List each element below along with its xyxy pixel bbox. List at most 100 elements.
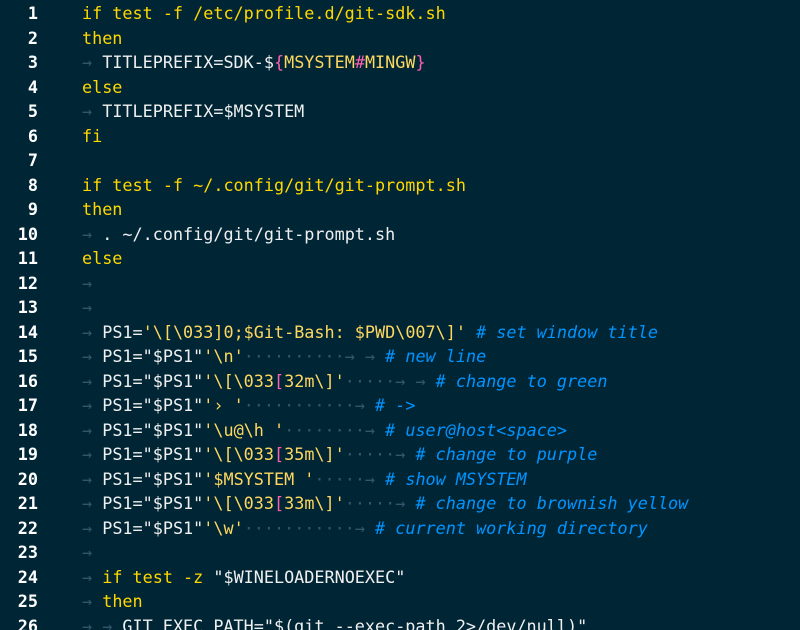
indent-marker: → [82, 468, 103, 489]
line-content[interactable]: → TITLEPREFIX=SDK-${MSYSTEM#MINGW} [60, 50, 800, 75]
code-line[interactable]: 26 → → GIT_EXEC_PATH="$(git --exec-path 2… [0, 614, 800, 630]
code-line[interactable]: 22 → PS1="$PS1"'\w'···········→ # current… [0, 516, 800, 541]
indent-marker: → [82, 444, 103, 464]
line-number: 8 [27, 174, 38, 195]
line-number: 9 [27, 199, 38, 219]
line-number: 22 [17, 517, 38, 538]
whitespace-marker: ···········→ [243, 517, 376, 538]
string-token: '\n' [203, 346, 244, 366]
line-content[interactable]: → PS1="$PS1"'\[\033[35m\]'·····→ # chang… [60, 442, 800, 467]
code-line[interactable]: 14 → PS1='\[\033]0;$Git-Bash: $PWD\007\]'… [0, 320, 800, 345]
line-content[interactable]: if test -f /etc/profile.d/git-sdk.sh [60, 1, 800, 26]
indent-marker: → [82, 321, 103, 342]
line-content[interactable] [60, 148, 800, 173]
code-editor[interactable]: 1 if test -f /etc/profile.d/git-sdk.sh 2 th… [0, 0, 800, 630]
line-number: 1 [27, 3, 38, 23]
code-line[interactable]: 24 → if test -z "$WINELOADERNOEXEC" [0, 565, 800, 590]
line-number: 26 [17, 615, 38, 630]
code-line[interactable]: 9 then [0, 197, 800, 222]
indent-marker: → [82, 395, 103, 415]
code-line[interactable]: 17 → PS1="$PS1"'› '···········→ # -> [0, 393, 800, 418]
line-content[interactable]: → if test -z "$WINELOADERNOEXEC" [60, 565, 800, 590]
line-content[interactable]: else [60, 75, 800, 100]
line-content[interactable]: → PS1='\[\033]0;$Git-Bash: $PWD\007\]' #… [60, 320, 800, 345]
line-content[interactable]: → [60, 295, 800, 320]
line-content[interactable]: → . ~/.config/git/git-prompt.sh [60, 222, 800, 247]
indent-marker: → [82, 591, 103, 611]
line-number: 5 [27, 101, 38, 121]
identifier-token: TITLEPREFIX=SDK-$ [102, 52, 274, 72]
line-number: 2 [27, 27, 38, 48]
comment-token: # change to brownish yellow [415, 493, 689, 513]
line-content[interactable]: → PS1="$PS1"'\[\033[33m\]'·····→ # chang… [60, 491, 800, 516]
indent-marker: → [82, 542, 103, 562]
line-content[interactable]: → → GIT_EXEC_PATH="$(git --exec-path 2>/… [60, 614, 800, 630]
string-token: '› ' [203, 395, 244, 415]
code-line[interactable]: 21 → PS1="$PS1"'\[\033[33m\]'·····→ # cha… [0, 491, 800, 516]
code-line[interactable]: 6 fi [0, 124, 800, 149]
code-line[interactable]: 2 then [0, 26, 800, 51]
code-line[interactable]: 25 → then [0, 589, 800, 614]
code-line[interactable]: 10 → . ~/.config/git/git-prompt.sh [0, 222, 800, 247]
whitespace-marker: ·····→ → [344, 370, 436, 391]
code-line[interactable]: 19 → PS1="$PS1"'\[\033[35m\]'·····→ # cha… [0, 442, 800, 467]
line-content[interactable]: → PS1="$PS1"'\u@\h '········→ # user@hos… [60, 418, 800, 443]
line-content[interactable]: → TITLEPREFIX=$MSYSTEM [60, 99, 800, 124]
indent-marker: → [82, 272, 103, 293]
line-number: 24 [17, 566, 38, 587]
identifier-token [466, 322, 476, 342]
keyword-token: if test -f /etc/profile.d/git-sdk.sh [82, 3, 446, 23]
code-line[interactable]: 18 → PS1="$PS1"'\u@\h '········→ # user@h… [0, 418, 800, 443]
string-token: '\[\033 [203, 493, 274, 513]
string-token: MSYSTEM [284, 52, 355, 72]
string-token: '\u@\h ' [203, 419, 285, 440]
indent-marker: → [82, 419, 103, 440]
identifier-token: PS1="$PS1" [102, 395, 204, 415]
line-content[interactable]: → PS1="$PS1"'\w'···········→ # current w… [60, 516, 800, 541]
string-token: MINGW [364, 52, 416, 72]
code-line[interactable]: 20 → PS1="$PS1"'$MSYSTEM '·····→ # show M… [0, 467, 800, 492]
line-content[interactable]: else [60, 246, 800, 271]
comment-token: # new line [385, 346, 487, 366]
code-line[interactable]: 13 → [0, 295, 800, 320]
string-token: '\[\033 [203, 444, 274, 464]
line-number: 6 [27, 125, 38, 146]
code-line[interactable]: 15 → PS1="$PS1"'\n'··········→ → # new li… [0, 344, 800, 369]
keyword-token: then [82, 199, 123, 219]
whitespace-marker: ·····→ [344, 444, 416, 464]
code-line[interactable]: 16 → PS1="$PS1"'\[\033[32m\]'·····→ → # c… [0, 369, 800, 394]
line-number: 23 [17, 542, 38, 562]
string-token: '\[\033]0;$Git-Bash: $PWD\007\]' [142, 321, 466, 342]
line-content[interactable]: if test -f ~/.config/git/git-prompt.sh [60, 173, 800, 198]
string-token: 33m\]' [284, 493, 345, 513]
line-content[interactable]: → PS1="$PS1"'$MSYSTEM '·····→ # show MSY… [60, 467, 800, 492]
code-line[interactable]: 1 if test -f /etc/profile.d/git-sdk.sh [0, 1, 800, 26]
line-number: 19 [17, 444, 38, 464]
line-content[interactable]: → [60, 271, 800, 296]
line-number: 4 [27, 76, 38, 97]
line-number: 13 [17, 297, 38, 317]
line-number: 7 [27, 150, 38, 170]
line-content[interactable]: → [60, 540, 800, 565]
line-content[interactable]: then [60, 197, 800, 222]
code-line[interactable]: 12 → [0, 271, 800, 296]
line-content[interactable]: → then [60, 589, 800, 614]
line-number: 16 [17, 370, 38, 391]
line-number: 3 [27, 52, 38, 72]
line-content[interactable]: → PS1="$PS1"'\n'··········→ → # new line [60, 344, 800, 369]
keyword-token: then [102, 591, 143, 611]
code-line[interactable]: 5 → TITLEPREFIX=$MSYSTEM [0, 99, 800, 124]
keyword-token: then [82, 27, 123, 48]
line-content[interactable]: → PS1="$PS1"'› '···········→ # -> [60, 393, 800, 418]
code-line[interactable]: 4 else [0, 75, 800, 100]
code-line[interactable]: 3 → TITLEPREFIX=SDK-${MSYSTEM#MINGW} [0, 50, 800, 75]
line-content[interactable]: → PS1="$PS1"'\[\033[32m\]'·····→ → # cha… [60, 369, 800, 394]
code-line[interactable]: 11 else [0, 246, 800, 271]
line-content[interactable]: then [60, 26, 800, 51]
identifier-token: PS1="$PS1" [102, 468, 204, 489]
code-line[interactable]: 23 → [0, 540, 800, 565]
code-line[interactable]: 7 [0, 148, 800, 173]
code-line[interactable]: 8 if test -f ~/.config/git/git-prompt.sh [0, 173, 800, 198]
line-content[interactable]: fi [60, 124, 800, 149]
indent-marker: → [82, 370, 103, 391]
